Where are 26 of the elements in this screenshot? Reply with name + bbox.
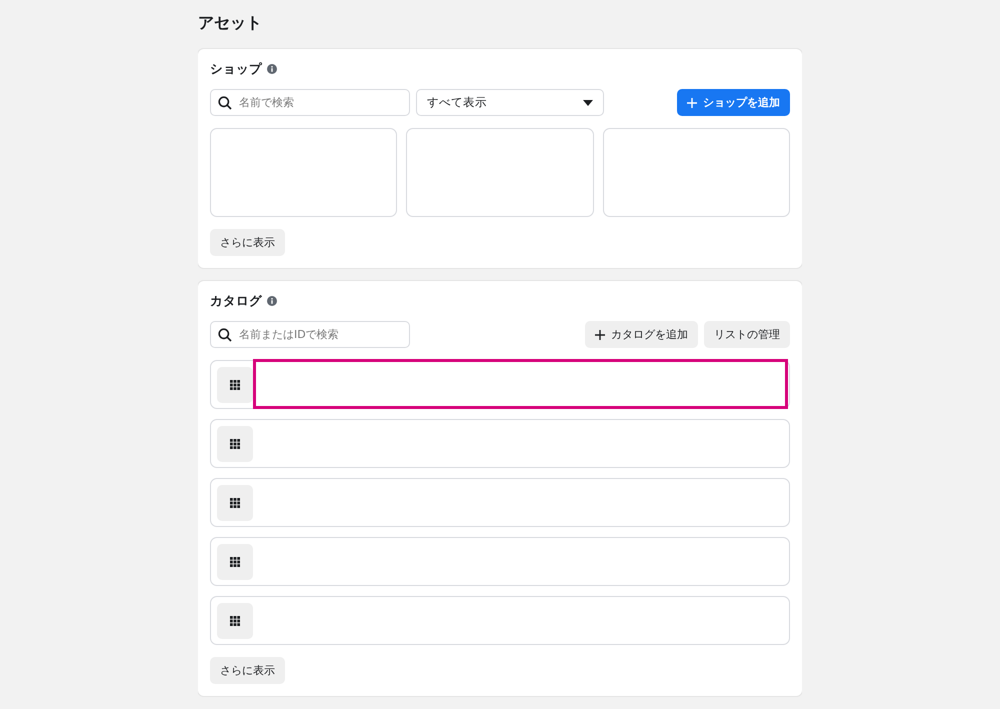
search-field[interactable]: 名前で検索	[210, 89, 410, 116]
add-catalog-button[interactable]: カタログを追加	[585, 321, 698, 348]
show-more-button[interactable]: さらに表示	[210, 657, 285, 684]
section-title: ショップ	[210, 60, 262, 78]
shop-tile[interactable]	[602, 128, 790, 217]
filter-dropdown[interactable]: すべて表示	[416, 89, 604, 116]
shop-tile[interactable]	[406, 128, 594, 217]
shop-tile[interactable]	[210, 128, 398, 217]
grid-icon	[230, 380, 240, 390]
add-shop-button[interactable]: ショップを追加	[677, 89, 790, 116]
grid-icon	[230, 498, 240, 508]
plus-icon	[595, 330, 605, 340]
search-icon	[218, 96, 232, 110]
grid-icon	[230, 438, 240, 448]
info-icon	[267, 64, 277, 74]
plus-icon	[687, 98, 697, 108]
show-more-button[interactable]: さらに表示	[210, 229, 285, 256]
manage-list-button[interactable]: リストの管理	[704, 321, 790, 348]
search-field[interactable]: 名前またはIDで検索	[210, 321, 410, 348]
info-icon	[267, 296, 277, 306]
grid-icon	[230, 556, 240, 566]
search-icon	[218, 328, 232, 342]
caret-icon	[583, 100, 593, 106]
section-title: カタログ	[210, 292, 262, 310]
page-title: アセット	[198, 12, 263, 34]
grid-icon	[230, 616, 240, 626]
